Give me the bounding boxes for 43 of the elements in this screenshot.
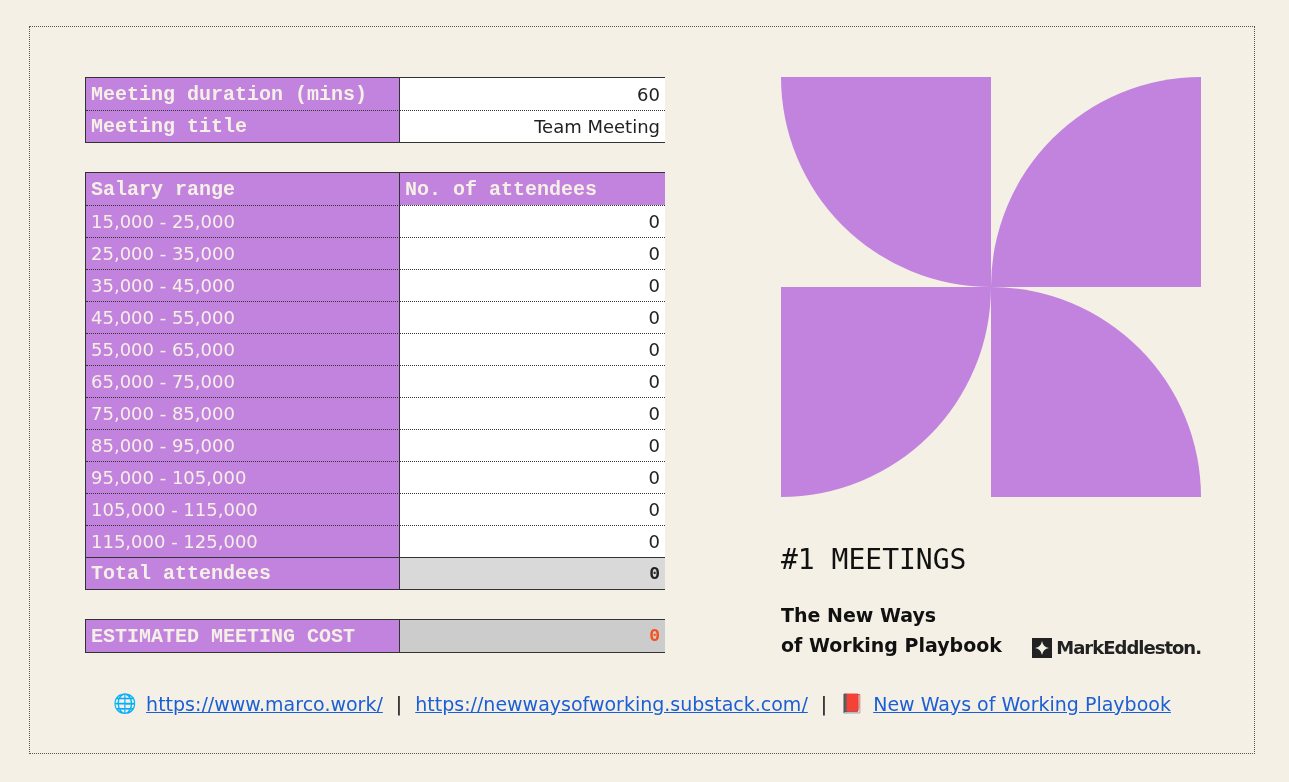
setting-value-field[interactable]: Team Meeting [400,110,665,142]
attendee-count-field[interactable]: 0 [400,397,665,429]
separator: | [395,692,403,715]
salary-range-cell: 15,000 - 25,000 [86,205,400,237]
emoji-icon: 🌐 [113,692,138,715]
setting-label: Meeting duration (mins) [86,78,400,110]
logo-text: MarkEddleston. [1056,637,1201,658]
attendee-count-field[interactable]: 0 [400,205,665,237]
setting-value-field[interactable]: 60 [400,78,665,110]
attendee-count-field[interactable]: 0 [400,269,665,301]
salary-range-cell: 35,000 - 45,000 [86,269,400,301]
salary-range-cell: 75,000 - 85,000 [86,397,400,429]
cost-label: ESTIMATED MEETING COST [86,620,400,652]
emoji-icon: 📕 [840,692,865,715]
separator: | [820,692,828,715]
salary-range-cell: 95,000 - 105,000 [86,461,400,493]
salary-range-cell: 105,000 - 115,000 [86,493,400,525]
attendee-count-field[interactable]: 0 [400,461,665,493]
link[interactable]: New Ways of Working Playbook [873,692,1171,715]
salary-range-cell: 65,000 - 75,000 [86,365,400,397]
attendee-count-field[interactable]: 0 [400,429,665,461]
attendee-count-field[interactable]: 0 [400,301,665,333]
star-logo-icon [1032,637,1053,658]
link[interactable]: https://www.marco.work/ [146,692,383,715]
setting-label: Meeting title [86,110,400,142]
column-header: Salary range [86,173,400,205]
attendee-count-field[interactable]: 0 [400,237,665,269]
link[interactable]: https://newwaysofworking.substack.com/ [415,692,808,715]
column-header: No. of attendees [400,173,665,205]
total-label: Total attendees [86,557,400,589]
attendee-count-field[interactable]: 0 [400,525,665,557]
cost-value-cell: 0 [400,620,665,652]
salary-range-cell: 25,000 - 35,000 [86,237,400,269]
salary-range-cell: 55,000 - 65,000 [86,333,400,365]
attendee-count-field[interactable]: 0 [400,333,665,365]
total-value-cell: 0 [400,557,665,589]
playbook-title: The New Ways of Working Playbook [781,603,1002,658]
salary-range-cell: 45,000 - 55,000 [86,301,400,333]
attendee-count-field[interactable]: 0 [400,493,665,525]
salary-range-cell: 85,000 - 95,000 [86,429,400,461]
attendee-count-field[interactable]: 0 [400,365,665,397]
brand-title: #1 MEETINGS [781,543,967,576]
salary-range-cell: 115,000 - 125,000 [86,525,400,557]
